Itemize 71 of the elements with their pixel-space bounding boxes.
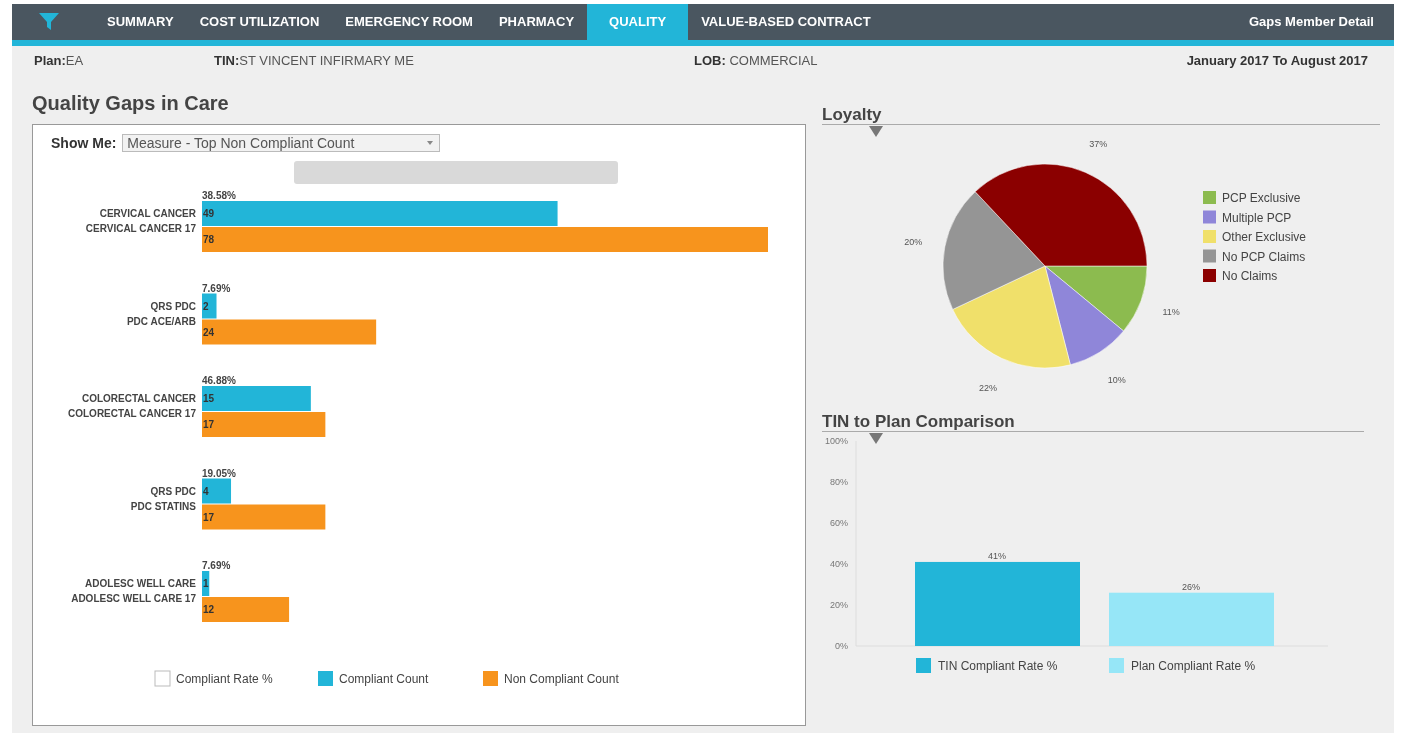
section-title: Loyalty [822, 104, 883, 124]
legend-label: Non Compliant Count [504, 672, 619, 686]
y-tick-label: 80% [830, 477, 848, 487]
slice-label: 37% [1089, 139, 1108, 149]
legend-label: PCP Exclusive [1222, 191, 1301, 205]
y-tick-label: 100% [824, 436, 848, 446]
section-title: TIN to Plan Comparison [822, 411, 1016, 431]
legend-label: TIN Compliant Rate % [938, 659, 1058, 673]
value-label: 17 [203, 511, 215, 523]
legend-swatch [1203, 269, 1216, 282]
legend-label: Plan Compliant Rate % [1131, 659, 1256, 673]
nav-tab[interactable]: PHARMACY [485, 4, 588, 40]
section-title: Quality Gaps in Care [32, 91, 230, 116]
value-label: 12 [203, 604, 215, 615]
y-tick-label: 20% [830, 600, 848, 610]
value-label: 24 [203, 326, 215, 338]
value-label: 4 [203, 485, 209, 497]
legend-label: No PCP Claims [1222, 249, 1306, 264]
lob-label: LOB: COMMERCIAL [694, 52, 818, 71]
caret-icon[interactable] [869, 433, 883, 444]
value-label: 49 [203, 208, 215, 219]
y-tick-label: 60% [830, 518, 848, 528]
category-label: QRS PDC PDC ACE/ARB [126, 300, 196, 327]
slice-label: 10% [1107, 375, 1126, 386]
value-label: 2 [203, 300, 209, 312]
value-label: 78 [203, 234, 215, 245]
slice-label: 20% [904, 236, 923, 247]
show-me-label: Show Me: [51, 133, 117, 153]
legend-swatch [1203, 249, 1216, 263]
value-label: 1 [203, 578, 209, 589]
legend-label: Multiple PCP [1222, 210, 1292, 225]
tin-label: TIN:ST VINCENT INFIRMARY ME [214, 52, 415, 71]
value-label: 17 [203, 419, 215, 430]
caret-icon [427, 141, 434, 145]
rate-label: 19.05% [202, 467, 236, 479]
plan-label: Plan:EA [34, 52, 85, 71]
nav-tab[interactable]: VALUE-BASED CONTRACT [688, 4, 884, 40]
category-label: QRS PDC PDC STATINS [130, 485, 196, 512]
legend-label: Other Exclusive [1222, 230, 1307, 244]
legend-swatch [1203, 210, 1216, 224]
legend-swatch [483, 671, 498, 686]
filter-icon[interactable] [38, 12, 60, 32]
value-label: 26% [1182, 581, 1200, 592]
legend-swatch [916, 658, 931, 673]
legend-label: No Claims [1222, 269, 1278, 283]
value-label: 41% [988, 550, 1006, 561]
nav-tab[interactable]: EMERGENCY ROOM [332, 4, 486, 40]
value-label: 15 [203, 393, 215, 404]
legend-swatch [1203, 230, 1216, 243]
date-range: January 2017 To August 2017 [1186, 52, 1369, 71]
rate-label: 38.58% [202, 190, 236, 201]
legend-swatch [1109, 658, 1124, 673]
y-tick-label: 40% [830, 559, 848, 569]
rate-label: 46.88% [202, 375, 236, 386]
legend-label: Compliant Rate % [176, 672, 273, 686]
rate-label: 7.69% [202, 560, 231, 571]
legend-label: Compliant Count [339, 672, 429, 686]
nav-tab[interactable]: SUMMARY [94, 4, 187, 40]
measure-dropdown[interactable]: Measure - Top Non Compliant Count [122, 134, 441, 152]
rate-label: 7.69% [202, 282, 231, 294]
caret-icon[interactable] [869, 126, 883, 137]
legend-swatch [1203, 191, 1216, 204]
legend-swatch [318, 671, 333, 686]
y-tick-label: 0% [835, 641, 848, 651]
category-label: CERVICAL CANCER CERVICAL CANCER 17 [85, 208, 196, 234]
category-label: COLORECTAL CANCER COLORECTAL CANCER 17 [68, 393, 196, 419]
slice-label: 22% [978, 383, 997, 394]
gaps-member-detail-link[interactable]: Gaps Member Detail [1249, 4, 1394, 40]
slice-label: 11% [1162, 307, 1180, 318]
category-label: ADOLESC WELL CARE ADOLESC WELL CARE 17 [71, 578, 196, 604]
nav-tab[interactable]: COST UTILIZATION [186, 4, 333, 40]
